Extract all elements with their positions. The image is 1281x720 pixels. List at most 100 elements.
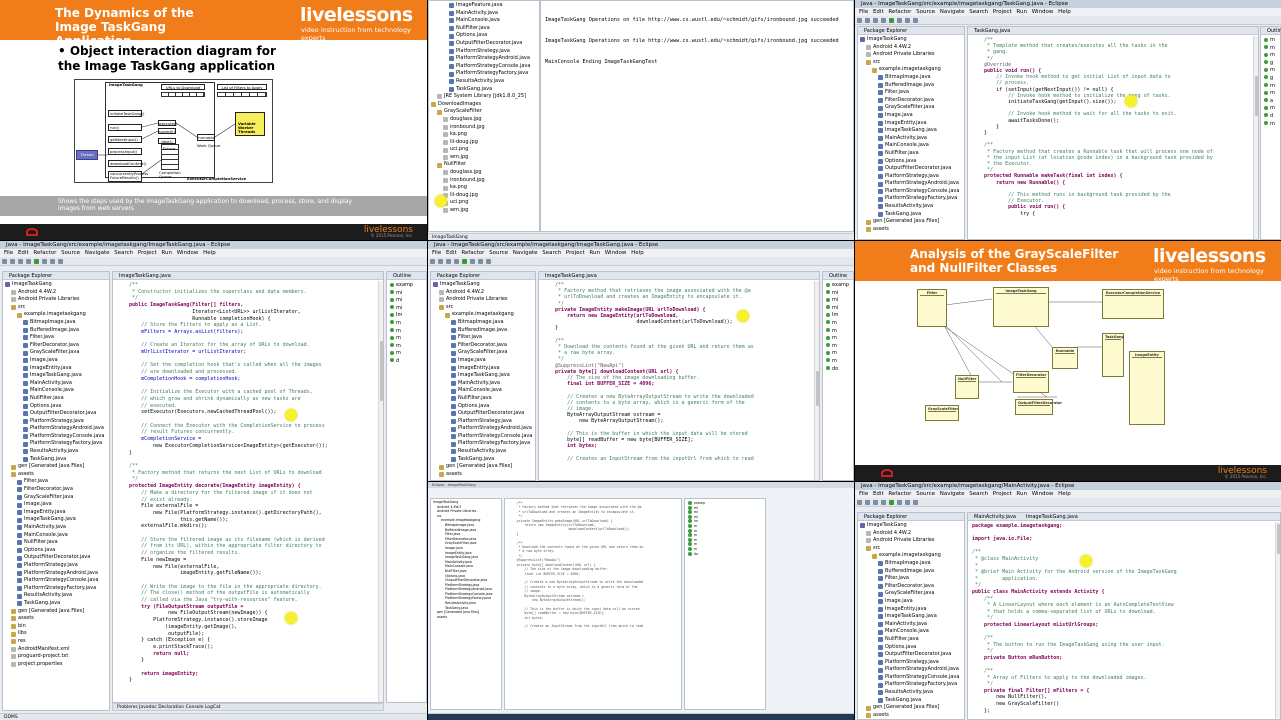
tree-item[interactable]: assets	[5, 615, 109, 623]
tree-item[interactable]: Options.java	[5, 403, 109, 411]
outline-item[interactable]: mi	[390, 290, 426, 298]
search-icon[interactable]	[42, 259, 47, 264]
tree-item[interactable]: TaskGang.java	[433, 456, 535, 464]
tree-item[interactable]: BufferedImage.java	[5, 327, 109, 335]
menu-bar[interactable]: File Edit Refactor Source Navigate Searc…	[855, 490, 1281, 498]
tree-item[interactable]: BufferedImage.java	[860, 82, 964, 90]
print-icon[interactable]	[18, 259, 23, 264]
new-icon[interactable]	[857, 18, 862, 23]
tree-item[interactable]: Android 4.4W.2	[860, 44, 964, 52]
outline-item[interactable]: g	[1264, 75, 1280, 83]
tree-item[interactable]: Filter.java	[433, 334, 535, 342]
outline-item[interactable]: m	[390, 350, 426, 358]
outline-tab[interactable]: Outline	[1261, 27, 1281, 35]
tree-item[interactable]: BufferedImage.java	[433, 327, 535, 335]
tree-item[interactable]: ImageEntity.java	[5, 509, 109, 517]
tree-item[interactable]: assets	[433, 471, 535, 479]
tree-item[interactable]: Android 4.4W.2	[433, 289, 535, 297]
code-editor[interactable]: /** * Factory method that retrieves the …	[539, 280, 819, 462]
tree-item[interactable]: example.imagetaskgang	[5, 311, 109, 319]
search-icon[interactable]	[897, 18, 902, 23]
tree-item[interactable]: Android 4.4W.2	[5, 289, 109, 297]
tree-item[interactable]: douglass.jpg	[431, 116, 539, 124]
menu-bar[interactable]: File Edit Refactor Source Navigate Searc…	[0, 249, 427, 257]
tree-item[interactable]: ImageEntity.java	[860, 120, 964, 128]
tree-item[interactable]: libs	[5, 630, 109, 638]
save-icon[interactable]	[865, 18, 870, 23]
package-explorer-tab[interactable]: Package Explorer	[431, 272, 535, 280]
run-icon[interactable]	[462, 259, 467, 264]
tree-item[interactable]: Image.java	[433, 357, 535, 365]
forward-icon[interactable]	[58, 259, 63, 264]
run-icon[interactable]	[889, 18, 894, 23]
tree-item[interactable]: ImageTaskGang.java	[860, 127, 964, 135]
tree-item[interactable]: assets	[860, 226, 964, 234]
tree-item[interactable]: src	[433, 304, 535, 312]
tree-item[interactable]: ironbound.jpg	[431, 124, 539, 132]
tree-item[interactable]: PlatformStrategyAndroid.java	[860, 180, 964, 188]
tree-item[interactable]: ImageFeature.java	[431, 2, 539, 10]
tree-item[interactable]: GrayScaleFilter.java	[860, 590, 964, 598]
search-icon[interactable]	[470, 259, 475, 264]
new-icon[interactable]	[857, 500, 862, 505]
scroll-thumb[interactable]	[1277, 524, 1280, 554]
tree-item[interactable]: uci.png	[431, 199, 539, 207]
tree-item[interactable]: OutputFilterDecorator.java	[433, 410, 535, 418]
tree-item[interactable]: GrayScaleFilter.java	[5, 494, 109, 502]
tree-item[interactable]: MainConsole.java	[5, 532, 109, 540]
code-editor[interactable]: /** * Constructor initializes the superc…	[113, 280, 383, 684]
tree-item[interactable]: OutputFilterDecorator.java	[860, 165, 964, 173]
tree-item[interactable]: Android Private Libraries	[433, 296, 535, 304]
tree-item[interactable]: Filter.java	[5, 478, 109, 486]
tree-item[interactable]: GrayScaleFilter.java	[433, 349, 535, 357]
tree-item[interactable]: PlatformStrategyAndroid.java	[860, 666, 964, 674]
tree-item[interactable]: ResultsActivity.java	[5, 448, 109, 456]
tree-item[interactable]: ImageTaskGang.java	[5, 372, 109, 380]
tree-item[interactable]: gen [Generated Java Files]	[5, 463, 109, 471]
tree-item[interactable]: ResultsActivity.java	[431, 78, 539, 86]
tree-item[interactable]: src	[860, 545, 964, 553]
run-icon[interactable]	[34, 259, 39, 264]
tree-item[interactable]: BitmapImage.java	[860, 560, 964, 568]
tree-item[interactable]: PlatformStrategy.java	[5, 418, 109, 426]
tree-item[interactable]: FilterDecorator.java	[860, 583, 964, 591]
back-icon[interactable]	[50, 259, 55, 264]
tree-item[interactable]: ImageTaskGang	[5, 281, 109, 289]
editor-scrollbar[interactable]	[1275, 522, 1280, 719]
tree-item[interactable]: lil-doug.jpg	[431, 139, 539, 147]
tree-item[interactable]: PlatformStrategyConsole.java	[860, 674, 964, 682]
tree-item[interactable]: Android Private Libraries	[5, 296, 109, 304]
tree-item[interactable]: NullFilter.java	[433, 395, 535, 403]
tree-item[interactable]: PlatformStrategyAndroid.java	[433, 425, 535, 433]
tree-item[interactable]: AndroidManifest.xml	[5, 646, 109, 654]
tree-item[interactable]: proguard-project.txt	[5, 653, 109, 661]
outline-item[interactable]: m	[826, 335, 853, 343]
outline-item[interactable]: m	[826, 320, 853, 328]
bottom-view-tabs[interactable]: Problems Javadoc Declaration Console Log…	[112, 703, 384, 711]
outline-item[interactable]: g	[1264, 60, 1280, 68]
tree-item[interactable]: douglass.jpg	[431, 169, 539, 177]
outline-item[interactable]: mi	[826, 305, 853, 313]
outline-item[interactable]: m	[390, 328, 426, 336]
tree-item[interactable]: FilterDecorator.java	[433, 342, 535, 350]
editor-tab-imagetaskgang[interactable]: ImageTaskGang.java	[1026, 513, 1078, 520]
tree-item[interactable]: NullFilter	[431, 161, 539, 169]
tree-item[interactable]: BitmapImage.java	[5, 319, 109, 327]
tree-item[interactable]: ResultsActivity.java	[433, 448, 535, 456]
tree-item[interactable]: OutputFilterDecorator.java	[431, 40, 539, 48]
tree-item[interactable]: PlatformStrategyConsole.java	[433, 433, 535, 441]
back-icon[interactable]	[905, 18, 910, 23]
tree-item[interactable]: ka.png	[431, 184, 539, 192]
tree-item[interactable]: PlatformStrategyFactory.java	[5, 585, 109, 593]
tree-item[interactable]: ResultsActivity.java	[5, 592, 109, 600]
tree-item[interactable]: FilterDecorator.java	[860, 97, 964, 105]
tree-item[interactable]: DownloadImages	[431, 101, 539, 109]
forward-icon[interactable]	[913, 500, 918, 505]
tree-item[interactable]: Image.java	[860, 598, 964, 606]
tree-item[interactable]: GrayScaleFilter.java	[5, 349, 109, 357]
outline-item[interactable]: m	[1264, 67, 1280, 75]
forward-icon[interactable]	[913, 18, 918, 23]
tree-item[interactable]: Image.java	[860, 112, 964, 120]
editor-tab-taskgang[interactable]: TaskGang.java	[968, 27, 1258, 35]
tree-item[interactable]: PlatformStrategy.java	[860, 173, 964, 181]
